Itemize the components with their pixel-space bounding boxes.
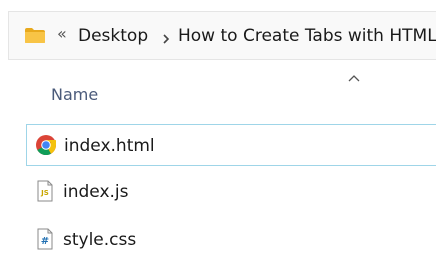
breadcrumb-current-folder[interactable]: How to Create Tabs with HTML: [178, 25, 436, 47]
chrome-icon: [35, 134, 57, 156]
chevron-right-icon[interactable]: [160, 30, 172, 44]
file-name: index.js: [63, 182, 129, 202]
svg-text:#: #: [41, 236, 49, 247]
sort-ascending-icon: [347, 68, 361, 82]
file-name: index.html: [64, 136, 155, 156]
file-row-index-js[interactable]: JS index.js: [26, 171, 436, 213]
file-explorer-window: « Desktop How to Create Tabs with HTML N…: [0, 0, 436, 264]
file-name: style.css: [63, 230, 137, 250]
file-row-index-html[interactable]: index.html: [26, 124, 436, 166]
address-bar[interactable]: « Desktop How to Create Tabs with HTML: [8, 11, 436, 60]
js-file-icon: JS: [34, 180, 56, 202]
file-row-style-css[interactable]: # style.css: [26, 219, 436, 261]
breadcrumb-overflow-button[interactable]: «: [57, 24, 67, 44]
breadcrumb-desktop[interactable]: Desktop: [78, 25, 148, 47]
css-file-icon: #: [34, 228, 56, 250]
column-header-name[interactable]: Name: [51, 85, 98, 105]
svg-text:JS: JS: [40, 189, 49, 197]
folder-icon: [24, 27, 46, 44]
